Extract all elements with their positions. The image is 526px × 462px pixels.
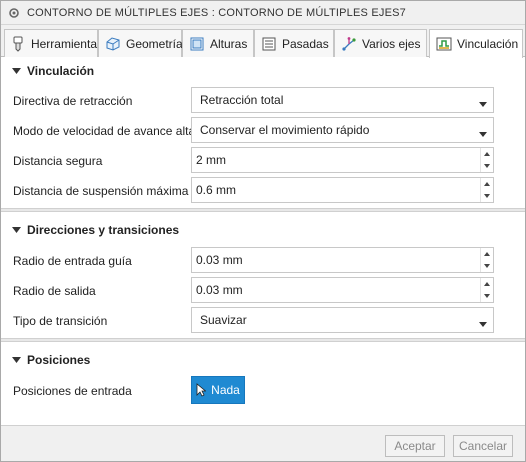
spin-up-icon[interactable] (481, 178, 493, 190)
dialog-footer: Aceptar Cancelar (1, 425, 525, 461)
tab-bar: Herramienta Geometría Alturas Pasadas Va… (1, 25, 525, 58)
field-value: 0.03 mm (196, 283, 243, 297)
tab-label: Vinculación (457, 37, 519, 51)
pick-button-label: Nada (211, 383, 240, 397)
settings-icon (7, 6, 21, 20)
max-stay-down-field[interactable]: 0.6 mm (191, 177, 494, 203)
caret-down-icon (11, 355, 21, 365)
entry-positions-select-button[interactable]: Nada (191, 376, 245, 404)
section-header-posiciones[interactable]: Posiciones (1, 347, 525, 373)
cancel-button[interactable]: Cancelar (453, 435, 513, 457)
dialog-window: CONTORNO DE MÚLTIPLES EJES : CONTORNO DE… (0, 0, 526, 462)
tab-label: Pasadas (282, 36, 329, 51)
section-divider (1, 338, 525, 342)
caret-down-icon (11, 225, 21, 235)
title-bar[interactable]: CONTORNO DE MÚLTIPLES EJES : CONTORNO DE… (1, 1, 525, 25)
content-panel: Vinculación Directiva de retracción Retr… (1, 57, 525, 427)
tab-vinculacion[interactable]: Vinculación (429, 29, 523, 58)
section-title: Vinculación (27, 64, 95, 78)
transition-type-label: Tipo de transición (13, 314, 108, 328)
field-value: 2 mm (196, 153, 226, 167)
linking-icon (436, 36, 452, 52)
dropdown-arrow-icon (479, 317, 487, 327)
spinner (480, 148, 493, 172)
tab-label: Varios ejes (362, 36, 421, 51)
tab-label: Herramienta (30, 36, 97, 51)
tab-varios-ejes[interactable]: Varios ejes (334, 29, 427, 57)
section-header-direcciones[interactable]: Direcciones y transiciones (1, 217, 525, 243)
safe-distance-field[interactable]: 2 mm (191, 147, 494, 173)
window-title: CONTORNO DE MÚLTIPLES EJES : CONTORNO DE… (27, 6, 406, 19)
geometry-icon (105, 36, 121, 52)
passes-icon (261, 36, 277, 52)
tab-label: Geometría (126, 36, 183, 51)
feed-mode-select[interactable]: Conservar el movimiento rápido (191, 117, 494, 143)
tool-icon (11, 36, 26, 52)
lead-in-radius-field[interactable]: 0.03 mm (191, 247, 494, 273)
ok-button[interactable]: Aceptar (385, 435, 445, 457)
tab-geometria[interactable]: Geometría (98, 29, 183, 57)
lead-out-radius-label: Radio de salida (13, 284, 96, 298)
select-value: Conservar el movimiento rápido (200, 123, 370, 137)
tab-alturas[interactable]: Alturas (182, 29, 254, 57)
spin-down-icon[interactable] (481, 160, 493, 172)
lead-in-radius-label: Radio de entrada guía (13, 254, 132, 268)
feed-mode-label: Modo de velocidad de avance alta (13, 124, 196, 138)
section-divider (1, 208, 525, 212)
section-header-vinculacion[interactable]: Vinculación (1, 58, 525, 84)
multi-axis-icon (341, 36, 357, 52)
transition-type-select[interactable]: Suavizar (191, 307, 494, 333)
caret-down-icon (11, 66, 21, 76)
heights-icon (189, 36, 205, 52)
retract-policy-label: Directiva de retracción (13, 94, 133, 108)
spin-up-icon[interactable] (481, 148, 493, 160)
section-title: Posiciones (27, 353, 91, 367)
max-stay-down-label: Distancia de suspensión máxima (13, 184, 189, 198)
dropdown-arrow-icon (479, 97, 487, 107)
cursor-arrow-icon (196, 383, 207, 397)
select-value: Suavizar (200, 313, 247, 327)
spinner (480, 278, 493, 302)
field-value: 0.6 mm (196, 183, 237, 197)
spinner (480, 178, 493, 202)
safe-distance-label: Distancia segura (13, 154, 103, 168)
entry-positions-label: Posiciones de entrada (13, 384, 132, 398)
lead-out-radius-field[interactable]: 0.03 mm (191, 277, 494, 303)
tab-herramienta[interactable]: Herramienta (4, 29, 98, 57)
dropdown-arrow-icon (479, 127, 487, 137)
spin-down-icon[interactable] (481, 190, 493, 202)
select-value: Retracción total (200, 93, 284, 107)
spin-up-icon[interactable] (481, 278, 493, 290)
field-value: 0.03 mm (196, 253, 243, 267)
spinner (480, 248, 493, 272)
spin-up-icon[interactable] (481, 248, 493, 260)
tab-label: Alturas (210, 36, 248, 51)
spin-down-icon[interactable] (481, 260, 493, 272)
tab-pasadas[interactable]: Pasadas (254, 29, 334, 57)
section-title: Direcciones y transiciones (27, 223, 180, 237)
retract-policy-select[interactable]: Retracción total (191, 87, 494, 113)
spin-down-icon[interactable] (481, 290, 493, 302)
